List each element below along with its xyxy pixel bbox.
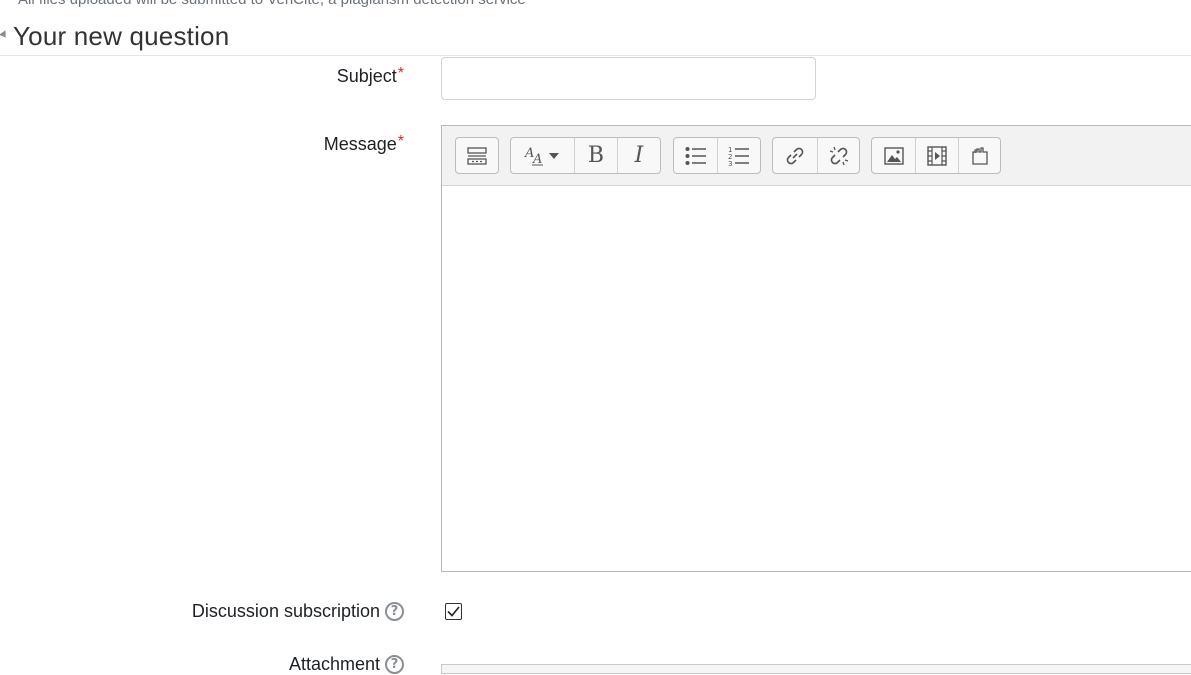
message-content-area[interactable]	[442, 186, 1191, 571]
font-style-button[interactable]: A A	[511, 138, 574, 173]
toolbar-toggle-icon	[467, 146, 487, 165]
collapse-caret-icon[interactable]	[0, 30, 9, 40]
image-button[interactable]	[872, 138, 915, 173]
toolbar-group-text: A A B I	[510, 137, 661, 174]
font-style-icon: A A	[524, 146, 559, 167]
toolbar-group-toggle	[455, 137, 499, 174]
bullet-list-button[interactable]	[674, 138, 717, 173]
bullet-list-icon	[685, 146, 706, 165]
editor-toolbar: A A B I 1 2 3	[442, 126, 1191, 186]
toolbar-group-lists: 1 2 3	[673, 137, 761, 174]
italic-icon: I	[634, 143, 644, 168]
toolbar-group-links	[772, 137, 860, 174]
media-icon	[927, 145, 947, 166]
checkmark-icon	[447, 606, 460, 617]
italic-button[interactable]: I	[617, 138, 660, 173]
help-icon[interactable]: ?	[385, 655, 404, 674]
attachment-filepicker[interactable]	[441, 664, 1191, 674]
link-icon	[786, 147, 804, 164]
manage-files-icon	[971, 146, 988, 165]
numbered-list-button[interactable]: 1 2 3	[717, 138, 760, 173]
subscription-checkbox[interactable]	[445, 603, 462, 620]
subject-label: Subject *	[336, 64, 404, 87]
help-icon[interactable]: ?	[385, 602, 404, 621]
unlink-button[interactable]	[817, 138, 859, 173]
svg-text:3: 3	[728, 160, 732, 167]
subscription-label: Discussion subscription ?	[192, 601, 404, 622]
toolbar-group-media	[871, 137, 1001, 174]
plagiarism-notice: All files uploaded will be submitted to …	[18, 0, 526, 8]
attachment-label: Attachment ?	[289, 654, 404, 675]
required-icon: *	[397, 64, 404, 82]
link-button[interactable]	[773, 138, 817, 173]
image-icon	[883, 146, 904, 165]
section-title: Your new question	[13, 21, 230, 51]
message-label: Message *	[323, 132, 404, 155]
toolbar-toggle-button[interactable]	[456, 138, 498, 173]
unlink-icon	[829, 146, 848, 165]
required-icon: *	[397, 132, 404, 150]
media-button[interactable]	[915, 138, 958, 173]
subject-input[interactable]	[441, 57, 816, 100]
bold-button[interactable]: B	[574, 138, 617, 173]
manage-files-button[interactable]	[958, 138, 1000, 173]
section-header[interactable]: Your new question	[0, 20, 1191, 56]
bold-icon: B	[587, 143, 605, 168]
message-editor[interactable]: A A B I 1 2 3	[441, 125, 1191, 572]
numbered-list-icon: 1 2 3	[728, 146, 749, 167]
